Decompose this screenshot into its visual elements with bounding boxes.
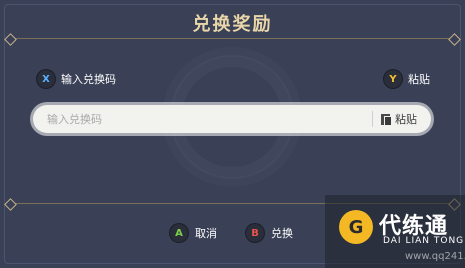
x-button-icon: X: [37, 70, 55, 88]
input-code-hint-label: 输入兑换码: [61, 73, 116, 86]
watermark-url: www.qq241.com: [405, 251, 465, 262]
corner-ornament-icon: [4, 198, 17, 211]
clipboard-icon: [381, 113, 392, 126]
redeem-code-input[interactable]: [33, 104, 372, 134]
paste-hint[interactable]: Y 粘贴: [384, 70, 430, 88]
cancel-button[interactable]: A 取消: [170, 224, 217, 242]
redeem-button[interactable]: B 兑换: [246, 224, 293, 242]
top-divider: [10, 38, 455, 39]
watermark-overlay: G 代练通 DAI LIAN TONG www.qq241.com: [325, 195, 465, 268]
redeem-button-label: 兑换: [271, 227, 293, 240]
a-button-icon: A: [170, 224, 188, 242]
input-divider: [372, 111, 373, 127]
watermark-subtitle: DAI LIAN TONG: [383, 236, 465, 246]
watermark-logo-icon: G: [339, 210, 373, 244]
y-button-icon: Y: [384, 70, 402, 88]
paste-button[interactable]: 粘贴: [381, 111, 417, 127]
input-code-hint[interactable]: X 输入兑换码: [37, 70, 116, 88]
cancel-button-label: 取消: [195, 227, 217, 240]
b-button-icon: B: [246, 224, 264, 242]
paste-hint-label: 粘贴: [408, 73, 430, 86]
dialog-title: 兑换奖励: [192, 14, 273, 35]
code-input-bar: 粘贴: [33, 104, 431, 134]
paste-button-label: 粘贴: [395, 113, 417, 126]
